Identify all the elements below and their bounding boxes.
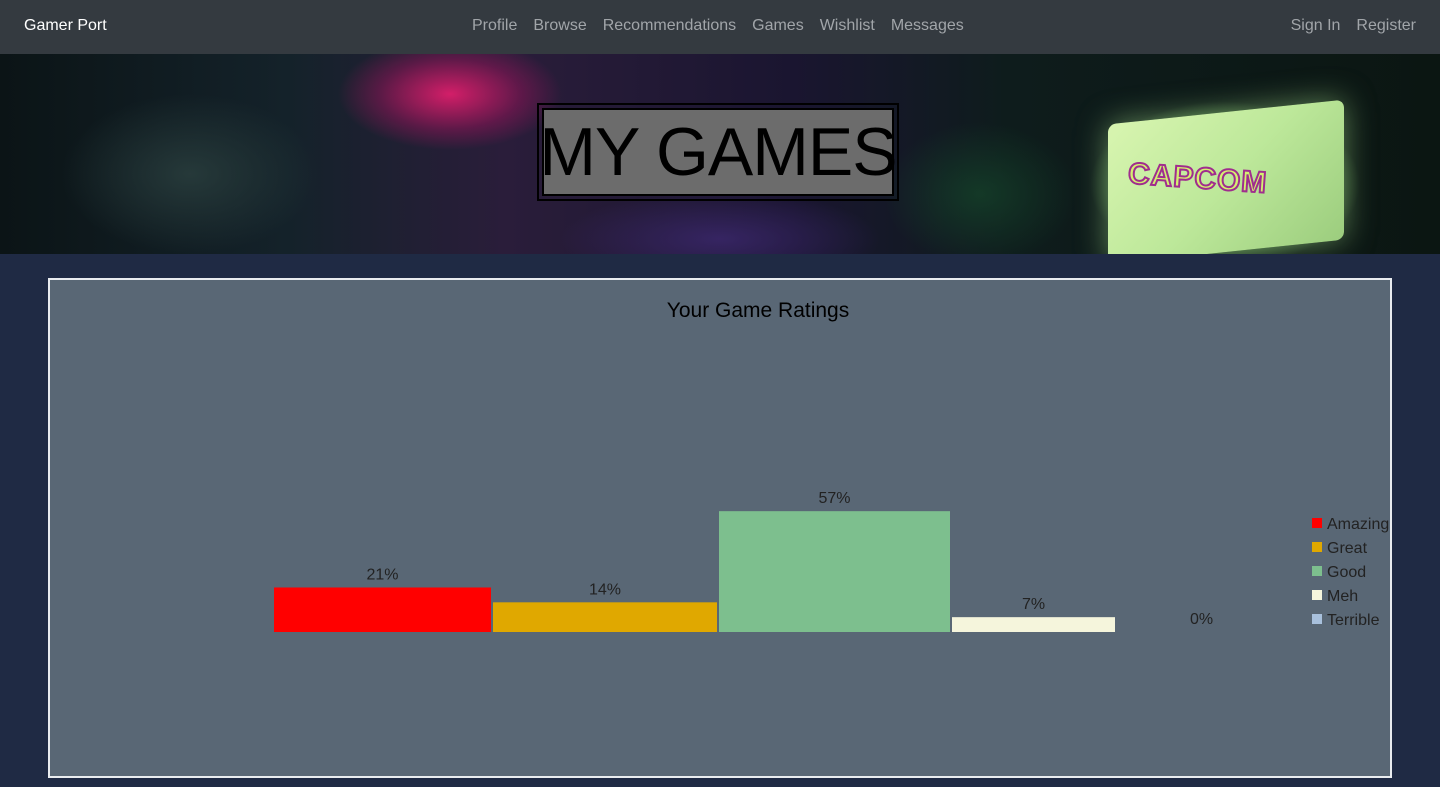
legend-swatch-terrible xyxy=(1312,614,1322,624)
bar-label-meh: 7% xyxy=(1022,596,1045,613)
register-link[interactable]: Register xyxy=(1348,15,1424,37)
legend-label-great: Great xyxy=(1327,540,1368,557)
page-title: MY GAMES xyxy=(539,114,897,190)
nav-link-profile[interactable]: Profile xyxy=(464,15,525,37)
page-title-inner: MY GAMES xyxy=(539,108,898,196)
page-title-box: MY GAMES xyxy=(537,103,899,201)
bar-amazing xyxy=(274,587,491,632)
ratings-chart-panel: Your Game Ratings 21% 14% 57% 7% 0% Amazing Gre… xyxy=(48,278,1392,778)
top-navbar: Gamer Port Profile Browse Recommendation… xyxy=(0,0,1440,54)
main-nav: Profile Browse Recommendations Games Wis… xyxy=(464,15,972,37)
legend-swatch-meh xyxy=(1312,590,1322,600)
nav-link-recommendations[interactable]: Recommendations xyxy=(595,15,744,37)
legend-swatch-amazing xyxy=(1312,518,1322,528)
ratings-chart: Your Game Ratings 21% 14% 57% 7% 0% Amazing Gre… xyxy=(274,299,1389,632)
nav-link-wishlist[interactable]: Wishlist xyxy=(812,15,883,37)
nav-link-browse[interactable]: Browse xyxy=(525,15,594,37)
bar-label-terrible: 0% xyxy=(1190,611,1213,628)
bar-great xyxy=(493,602,717,632)
bar-meh xyxy=(952,617,1115,632)
legend-label-good: Good xyxy=(1327,564,1366,581)
sign-in-link[interactable]: Sign In xyxy=(1283,15,1349,37)
brand-link[interactable]: Gamer Port xyxy=(24,15,107,37)
legend-swatch-good xyxy=(1312,566,1322,576)
bar-label-great: 14% xyxy=(589,581,621,598)
legend-label-amazing: Amazing xyxy=(1327,516,1389,533)
bar-label-amazing: 21% xyxy=(366,566,398,583)
nav-link-messages[interactable]: Messages xyxy=(883,15,972,37)
nav-link-games[interactable]: Games xyxy=(744,15,812,37)
legend-swatch-great xyxy=(1312,542,1322,552)
bar-good xyxy=(719,511,950,632)
legend-label-terrible: Terrible xyxy=(1327,612,1380,629)
auth-nav: Sign In Register xyxy=(1283,15,1424,37)
legend-label-meh: Meh xyxy=(1327,588,1358,605)
bar-label-good: 57% xyxy=(818,490,850,507)
chart-title: Your Game Ratings xyxy=(667,299,850,322)
